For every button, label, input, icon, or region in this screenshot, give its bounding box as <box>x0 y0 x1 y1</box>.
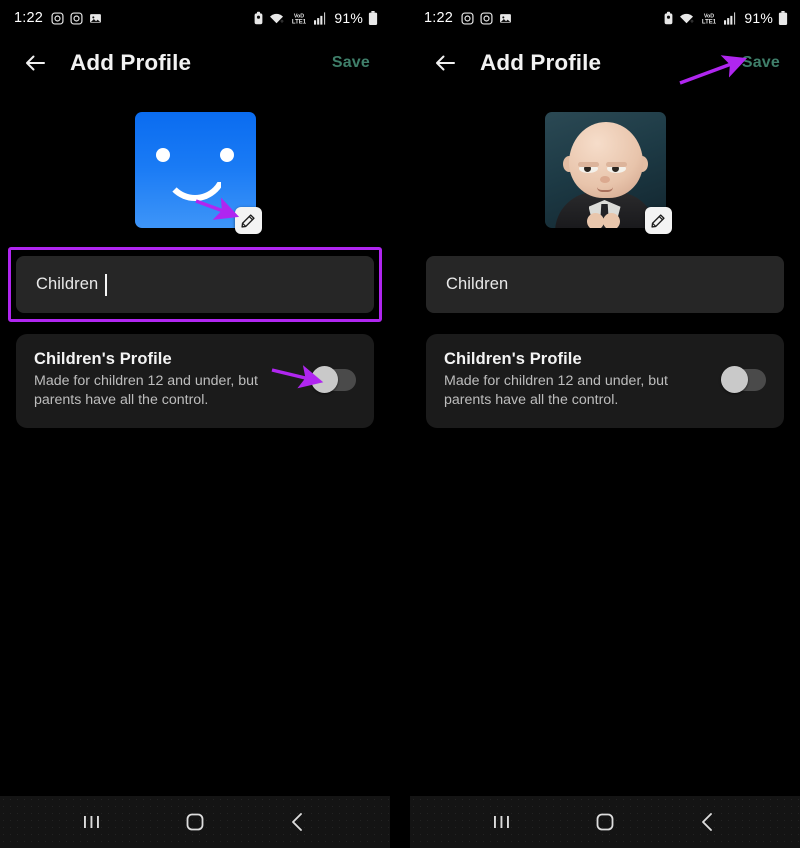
back-arrow-icon[interactable] <box>22 50 48 76</box>
toggle-thumb <box>311 366 338 394</box>
text-caret <box>105 273 107 296</box>
childrens-profile-card[interactable]: Children's Profile Made for children 12 … <box>426 334 784 428</box>
instagram-icon <box>461 11 474 25</box>
avatar[interactable] <box>544 112 672 234</box>
home-icon[interactable] <box>172 802 218 842</box>
baby-nose <box>599 176 610 183</box>
svg-text:LTE1: LTE1 <box>702 19 717 25</box>
childrens-profile-description: Made for children 12 and under, but pare… <box>34 373 258 409</box>
recents-icon[interactable] <box>479 802 525 842</box>
childrens-profile-description: Made for children 12 and under, but pare… <box>444 373 668 409</box>
signal-bars-icon <box>314 11 328 25</box>
pencil-icon <box>650 213 666 229</box>
baby-eyelid-right <box>605 162 627 167</box>
childrens-profile-title: Children's Profile <box>34 350 172 368</box>
app-bar: Add Profile Save <box>0 36 390 90</box>
save-button[interactable]: Save <box>740 50 782 76</box>
status-bar-clock: 1:22 <box>424 10 454 26</box>
avatar-section <box>0 112 390 234</box>
page-title: Add Profile <box>70 50 192 75</box>
avatar-section <box>410 112 800 234</box>
childrens-profile-card[interactable]: Children's Profile Made for children 12 … <box>16 334 374 428</box>
home-icon[interactable] <box>582 802 628 842</box>
profile-name-input[interactable]: Children <box>16 256 374 313</box>
alarm-icon <box>253 11 264 25</box>
name-input-wrapper: Children <box>8 247 382 322</box>
system-navigation-bar <box>0 796 390 848</box>
back-chevron-icon[interactable] <box>685 802 731 842</box>
toggle-thumb <box>721 366 748 394</box>
smiley-eye-left <box>155 148 170 162</box>
status-bar: 1:22 VoD LTE1 91% <box>410 0 800 36</box>
alarm-icon <box>663 11 674 25</box>
profile-name-input[interactable]: Children <box>426 256 784 313</box>
status-bar: 1:22 VoD LTE1 91% <box>0 0 390 36</box>
phone-screenshot-left: 1:22 VoD LTE1 91% Add Profile Save Child… <box>0 0 390 848</box>
battery-percent-label: 91% <box>334 10 363 26</box>
childrens-profile-texts: Children's Profile Made for children 12 … <box>444 350 723 411</box>
volte-lte1-icon: VoD LTE1 <box>699 11 719 25</box>
smiley-mouth <box>162 169 227 201</box>
wifi-icon <box>679 12 695 25</box>
instagram-icon <box>70 11 83 25</box>
dual-screenshot-canvas: 1:22 VoD LTE1 91% Add Profile Save Child… <box>0 0 800 848</box>
back-arrow-icon[interactable] <box>432 50 458 76</box>
photo-icon <box>89 12 102 25</box>
childrens-profile-title: Children's Profile <box>444 350 582 368</box>
signal-bars-icon <box>724 11 738 25</box>
recents-icon[interactable] <box>69 802 115 842</box>
pencil-icon <box>240 213 256 229</box>
photo-icon <box>499 12 512 25</box>
name-input-wrapper: Children <box>426 256 784 313</box>
svg-text:LTE1: LTE1 <box>292 19 307 25</box>
baby-eyelid-left <box>577 162 599 167</box>
baby-hand-left <box>586 213 604 228</box>
childrens-profile-texts: Children's Profile Made for children 12 … <box>34 350 313 411</box>
profile-name-value: Children <box>446 275 509 293</box>
battery-percent-label: 91% <box>744 10 773 26</box>
app-bar: Add Profile Save <box>410 36 800 90</box>
status-bar-clock: 1:22 <box>14 10 44 26</box>
edit-avatar-button[interactable] <box>234 207 262 234</box>
system-navigation-bar <box>410 796 800 848</box>
status-bar-notification-icons <box>51 11 102 25</box>
status-bar-notification-icons <box>461 11 512 25</box>
edit-avatar-button[interactable] <box>644 207 672 234</box>
wifi-icon <box>269 12 285 25</box>
childrens-profile-toggle[interactable] <box>311 366 356 394</box>
save-button[interactable]: Save <box>330 50 372 76</box>
volte-lte1-icon: VoD LTE1 <box>289 11 309 25</box>
childrens-profile-toggle[interactable] <box>721 366 766 394</box>
phone-screenshot-right: 1:22 VoD LTE1 91% Add Profile Save Child… <box>410 0 800 848</box>
smiley-eye-right <box>219 148 234 162</box>
profile-name-value: Children <box>36 275 99 293</box>
page-title: Add Profile <box>480 50 602 75</box>
baby-mouth <box>596 187 613 192</box>
avatar[interactable] <box>134 112 262 234</box>
status-bar-system-icons: VoD LTE1 91% <box>253 10 378 26</box>
back-chevron-icon[interactable] <box>275 802 321 842</box>
svg-text:VoD: VoD <box>704 13 714 19</box>
baby-hand-right <box>602 213 620 228</box>
battery-icon <box>778 11 788 25</box>
svg-text:VoD: VoD <box>294 13 304 19</box>
instagram-icon <box>51 11 64 25</box>
instagram-icon <box>480 11 493 25</box>
battery-icon <box>368 11 378 25</box>
status-bar-system-icons: VoD LTE1 91% <box>663 10 788 26</box>
